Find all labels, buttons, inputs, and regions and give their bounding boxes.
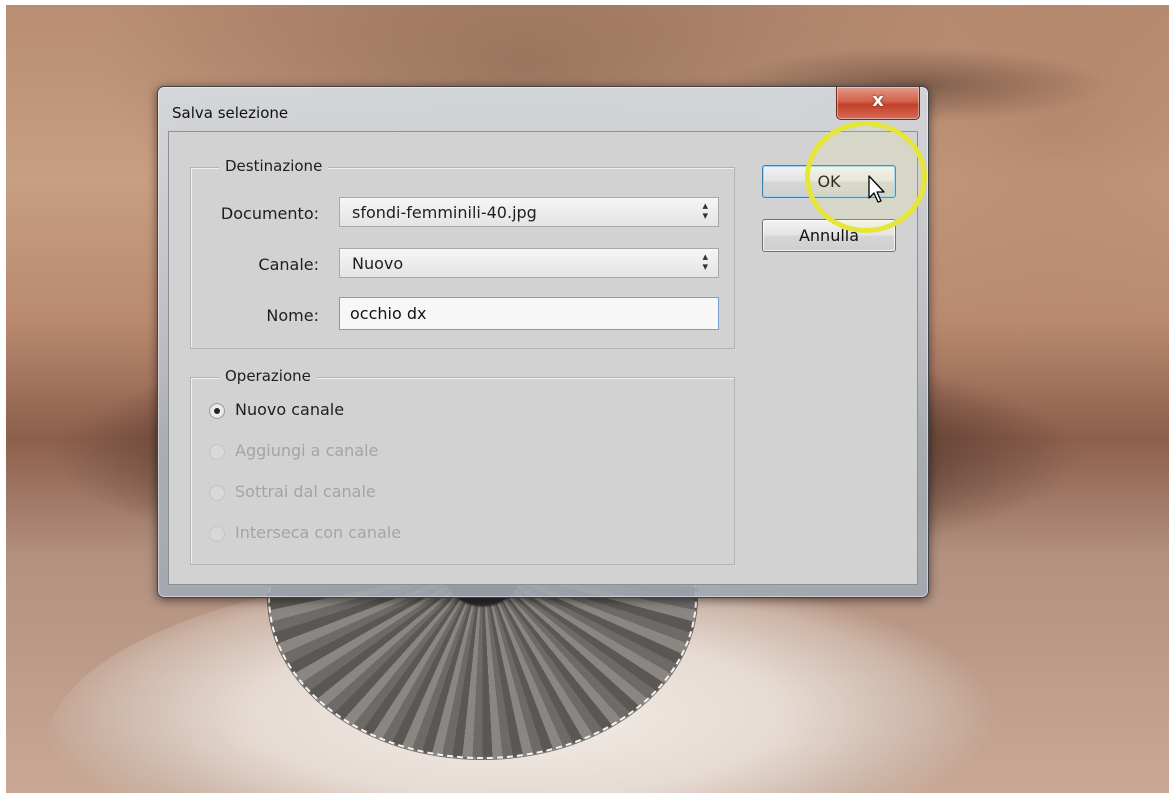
document-select[interactable]: sfondi-femminili-40.jpg ▴ ▾ [339,197,719,227]
radio-button [209,526,225,542]
document-label: Documento: [220,204,319,223]
radio-label: Sottrai dal canale [235,482,376,501]
radio-button [209,485,225,501]
radio-label: Nuovo canale [235,400,345,419]
dialog-title: Salva selezione [172,104,289,122]
channel-select[interactable]: Nuovo ▴ ▾ [339,248,719,278]
operation-legend: Operazione [219,367,317,385]
up-down-arrows-icon: ▴ ▾ [702,250,708,273]
up-down-arrows-icon: ▴ ▾ [702,199,708,222]
radio-label: Interseca con canale [235,523,402,542]
radio-button-checked[interactable] [209,403,225,419]
highlight-circle [805,121,927,233]
destination-legend: Destinazione [219,157,329,175]
channel-select-value: Nuovo [352,254,404,273]
channel-label: Canale: [258,255,319,274]
radio-label: Aggiungi a canale [235,441,379,460]
close-button[interactable]: x [836,87,920,120]
operation-group: Operazione Nuovo canale Aggiungi a canal… [190,367,735,565]
screenshot-canvas: Salva selezione x Destinazione Documento… [0,0,1171,797]
mouse-pointer-icon [868,175,885,203]
name-label: Nome: [266,306,319,325]
name-input[interactable] [340,298,718,329]
destination-group: Destinazione Documento: sfondi-femminili… [190,157,735,349]
dialog-body: Destinazione Documento: sfondi-femminili… [168,131,918,585]
dialog-titlebar[interactable]: Salva selezione x [158,87,928,131]
document-select-value: sfondi-femminili-40.jpg [352,203,537,222]
name-field[interactable] [339,297,719,330]
radio-button [209,444,225,460]
close-icon: x [872,90,884,111]
